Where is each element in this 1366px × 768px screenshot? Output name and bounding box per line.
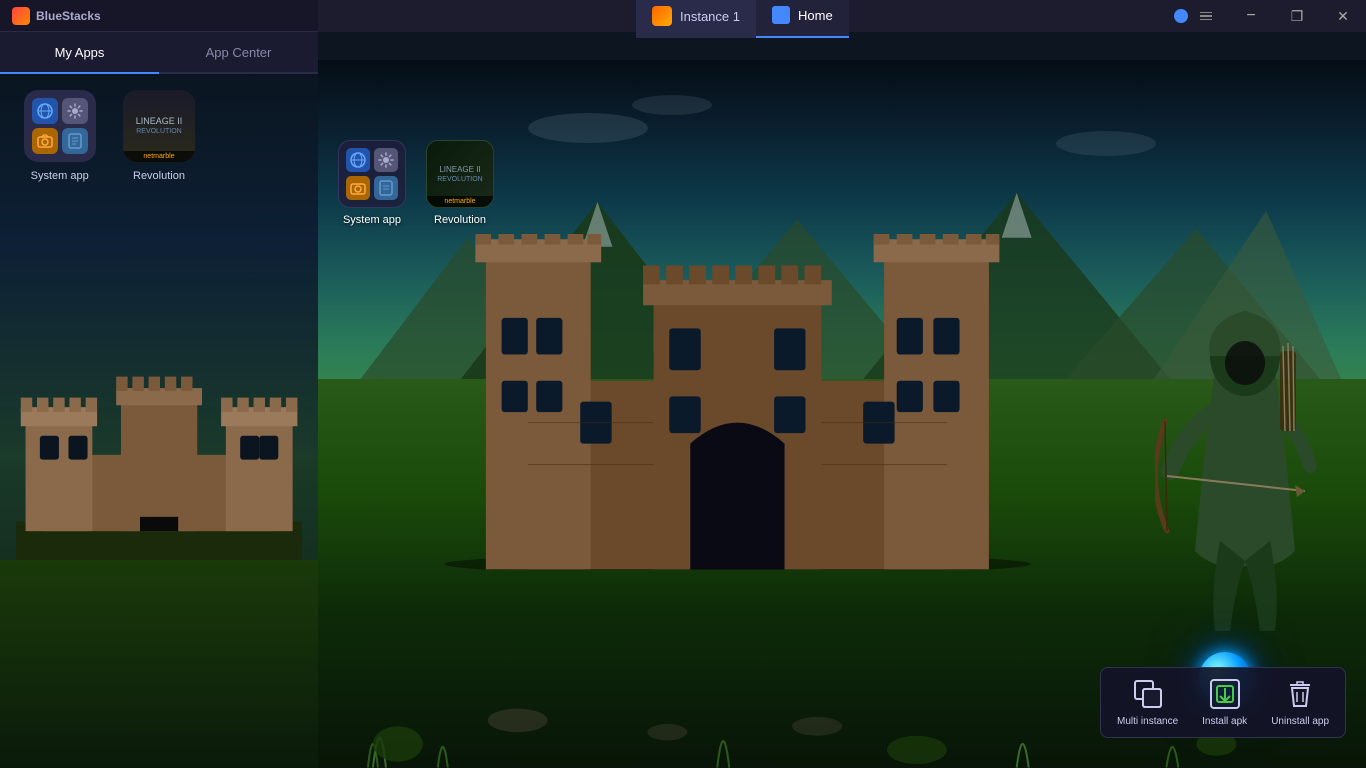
revolution-app-icon: LINEAGE II REVOLUTION netmarble (123, 90, 195, 162)
home-tab-main[interactable]: Home (756, 0, 849, 38)
close-button[interactable]: ✕ (1320, 0, 1366, 32)
archer-character (1155, 291, 1335, 641)
restore-button[interactable]: ❐ (1274, 0, 1320, 32)
bluestacks-logo-left (12, 7, 30, 25)
cloud-2 (632, 95, 712, 115)
hamburger-icon[interactable] (1200, 12, 1212, 21)
castle-left (16, 369, 302, 560)
cloud-3 (1056, 131, 1156, 156)
install-apk-button[interactable]: Install apk (1202, 678, 1247, 727)
revolution-text: LINEAGE II REVOLUTION (433, 161, 487, 186)
main-title-bar: Instance 1 Home − ❐ ✕ (318, 0, 1366, 32)
minimize-button[interactable]: − (1228, 0, 1274, 32)
install-apk-icon (1209, 678, 1241, 710)
install-apk-label: Install apk (1202, 716, 1247, 727)
game-apps-overlay: System app LINEAGE II REVOLUTION netmarb… (338, 140, 494, 226)
system-app-icon-game (338, 140, 406, 208)
camera-sub-game (346, 176, 370, 200)
multi-instance-button[interactable]: Multi instance (1117, 678, 1178, 727)
files-sub-game (374, 176, 398, 200)
gear-sub-game (374, 148, 398, 172)
system-app-label: System app (31, 170, 89, 182)
uninstall-app-icon (1284, 678, 1316, 710)
multi-instance-icon (1132, 678, 1164, 710)
main-content: Instance 1 Home − ❐ ✕ (318, 0, 1366, 768)
tab-app-center[interactable]: App Center (159, 32, 318, 72)
home-tab-label: Home (798, 8, 833, 23)
left-panel: BlueStacks My Apps App Center (0, 0, 318, 768)
uninstall-app-button[interactable]: Uninstall app (1271, 678, 1329, 727)
tab-my-apps[interactable]: My Apps (0, 32, 159, 72)
instance-tab-logo (652, 6, 672, 26)
main-window: BlueStacks My Apps App Center (0, 0, 1366, 768)
netmarble-badge-left: netmarble (123, 151, 195, 162)
left-title-bar: BlueStacks (0, 0, 318, 32)
netmarble-badge-game: netmarble (427, 196, 493, 207)
gear-sub-icon (62, 98, 88, 124)
globe-sub-icon (32, 98, 58, 124)
bluestacks-title-left: BlueStacks (36, 9, 101, 23)
revolution-game-label: Revolution (434, 214, 486, 226)
cloud-1 (528, 113, 648, 143)
game-app-revolution[interactable]: LINEAGE II REVOLUTION netmarble Revoluti… (426, 140, 494, 226)
system-app-icon (24, 90, 96, 162)
uninstall-app-label: Uninstall app (1271, 716, 1329, 727)
app-item-system[interactable]: System app (16, 90, 103, 182)
user-avatar (1174, 9, 1188, 23)
files-sub-icon (62, 128, 88, 154)
instance-tab[interactable]: Instance 1 (636, 0, 756, 38)
camera-sub-icon (32, 128, 58, 154)
game-scene: System app LINEAGE II REVOLUTION netmarb… (318, 60, 1366, 768)
revolution-icon-game: LINEAGE II REVOLUTION netmarble (426, 140, 494, 208)
system-app-game-label: System app (343, 214, 401, 226)
globe-sub-game (346, 148, 370, 172)
instance-tab-label: Instance 1 (680, 9, 740, 24)
home-tab-icon (772, 6, 790, 24)
castle-main (423, 234, 1052, 569)
multi-instance-label: Multi instance (1117, 716, 1178, 727)
tabs-row: My Apps App Center (0, 32, 318, 74)
bottom-toolbar: Multi instance Install apk (1100, 667, 1346, 738)
revolution-app-label: Revolution (133, 170, 185, 182)
app-item-revolution[interactable]: LINEAGE II REVOLUTION netmarble Revoluti… (115, 90, 202, 182)
window-controls: − ❐ ✕ (1174, 0, 1366, 32)
game-app-system[interactable]: System app (338, 140, 406, 226)
